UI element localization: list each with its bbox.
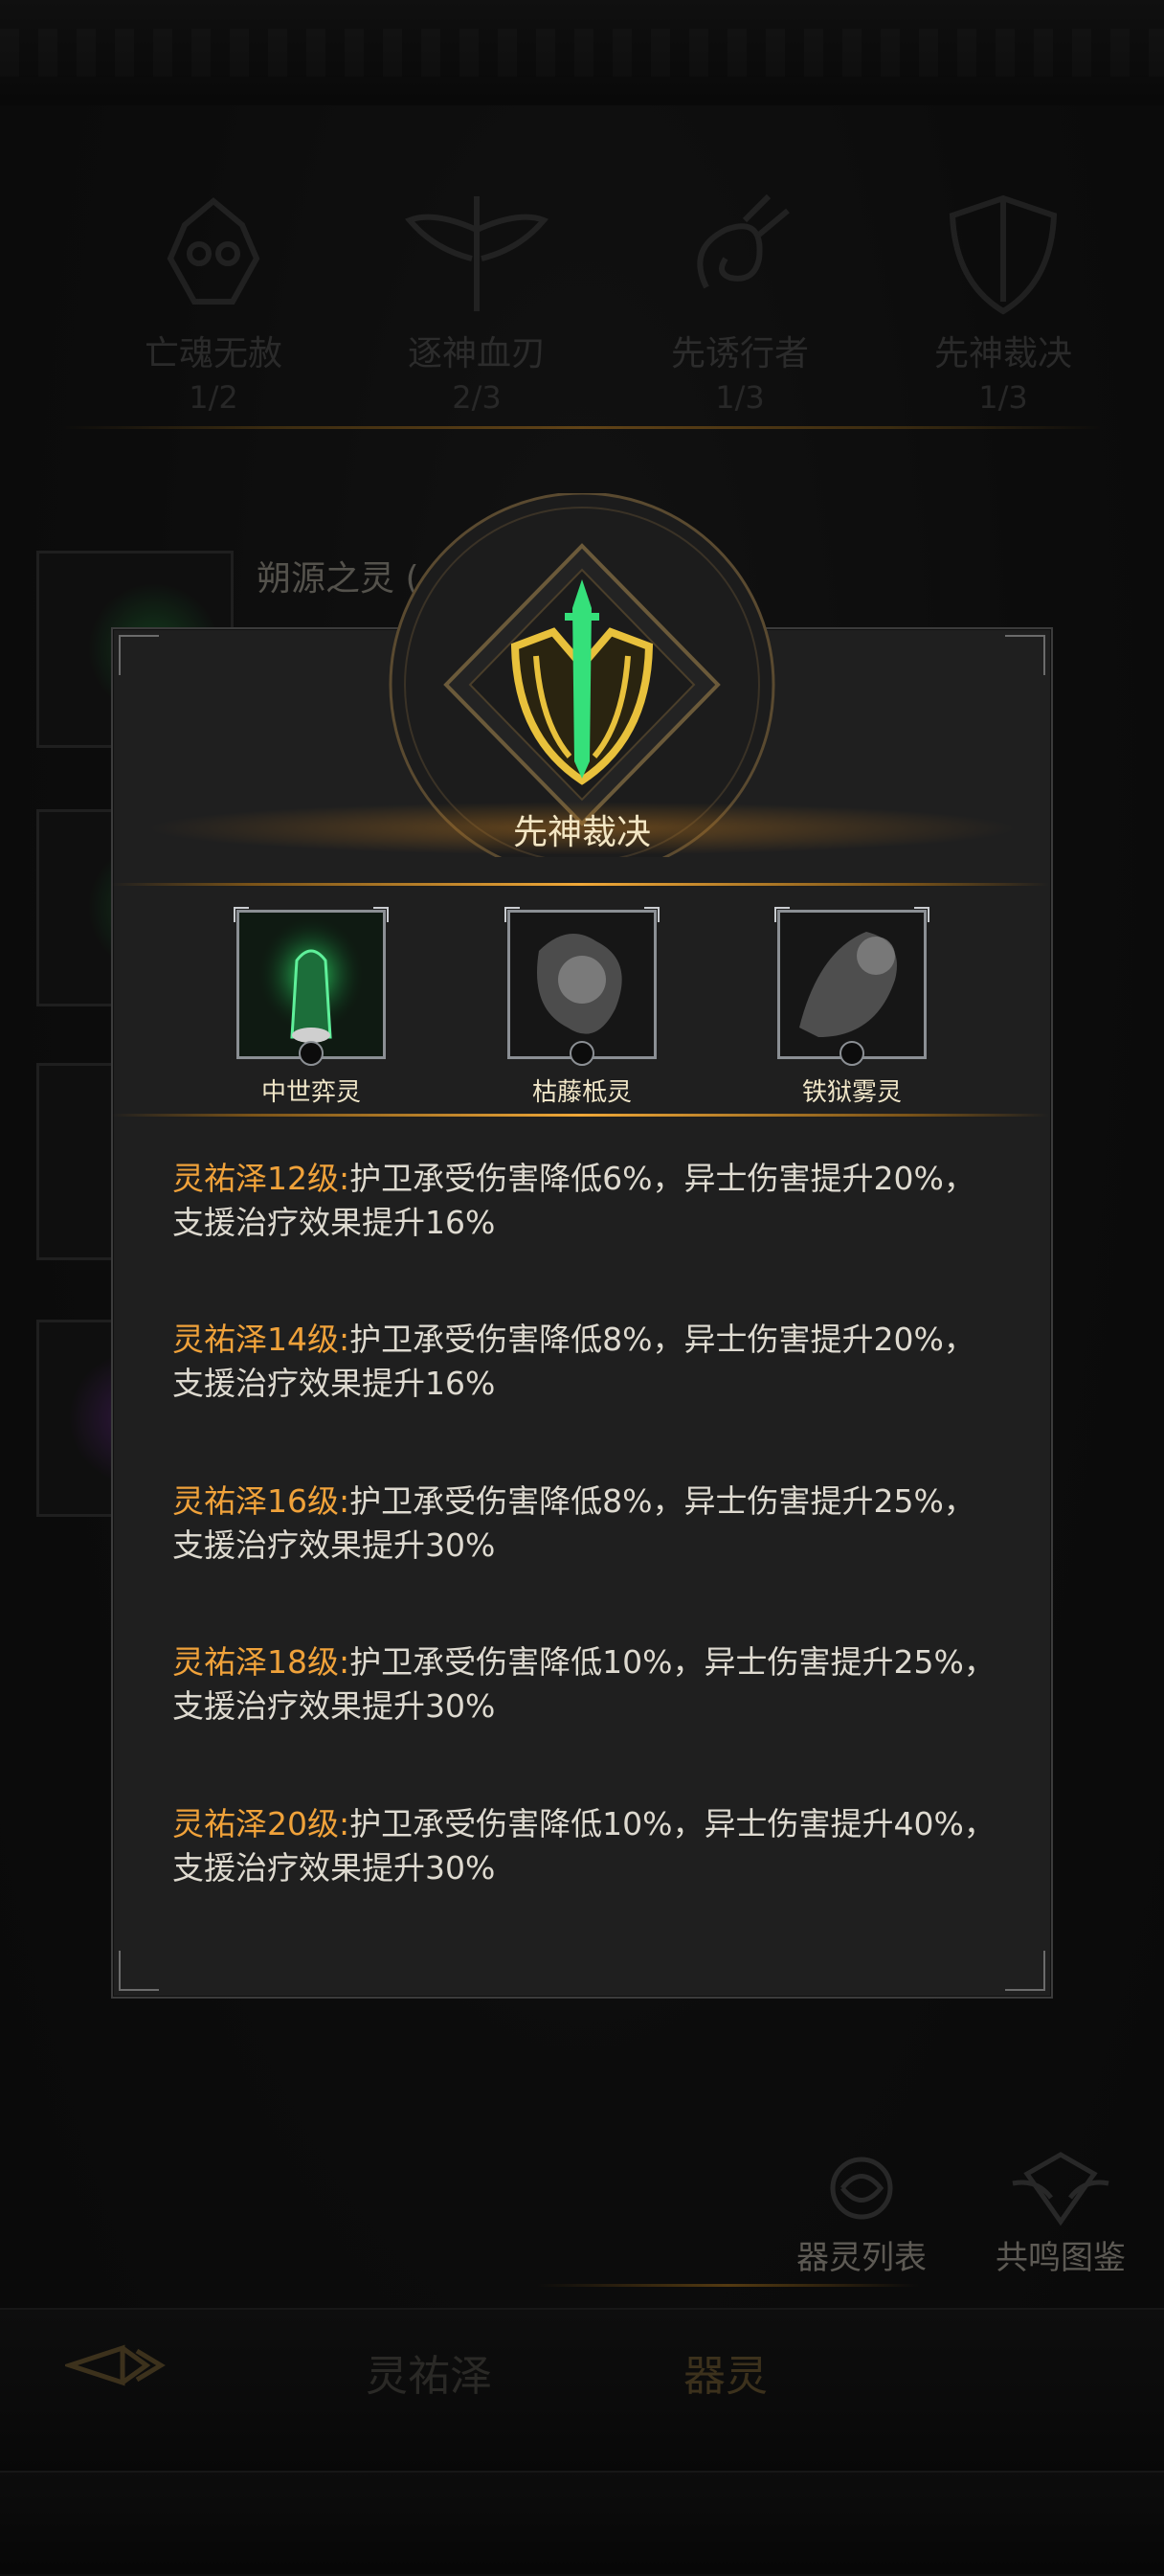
spirit-name: 铁狱雾灵 <box>801 1078 902 1107</box>
bonus-tier: 灵祐泽12级:护卫承受伤害降低6%，异士伤害提升20%，支援治疗效果提升16% <box>172 1157 996 1245</box>
bonus-tier: 灵祐泽18级:护卫承受伤害降低10%，异士伤害提升25%，支援治疗效果提升30% <box>172 1640 996 1729</box>
spirit-name: 中世弈灵 <box>260 1078 361 1107</box>
spirit-socket <box>570 1041 594 1066</box>
spirit-socket <box>839 1041 864 1066</box>
spirit-item[interactable]: 铁狱雾灵 <box>766 907 938 1108</box>
frame-corner <box>1005 1951 1045 1991</box>
bonus-level: 灵祐泽16级: <box>172 1482 350 1520</box>
bonus-level: 灵祐泽20级: <box>172 1805 350 1842</box>
frame-corner <box>119 1951 159 1991</box>
spirit-portrait <box>774 907 929 1066</box>
bonus-tier: 灵祐泽20级:护卫承受伤害降低10%，异士伤害提升40%，支援治疗效果提升30% <box>172 1802 996 1890</box>
spirit-name: 枯藤柢灵 <box>531 1078 632 1107</box>
modal-title: 先神裁决 <box>512 813 651 852</box>
bonus-level: 灵祐泽12级: <box>172 1160 350 1197</box>
spirit-item[interactable]: 中世弈灵 <box>225 907 397 1108</box>
spirit-portrait <box>504 907 660 1066</box>
bonus-level: 灵祐泽14级: <box>172 1321 350 1358</box>
bonus-tier: 灵祐泽16级:护卫承受伤害降低8%，异士伤害提升25%，支援治疗效果提升30% <box>172 1480 996 1568</box>
frame-corner <box>1005 635 1045 675</box>
bonus-tier: 灵祐泽14级:护卫承受伤害降低8%，异士伤害提升20%，支援治疗效果提升16% <box>172 1318 996 1406</box>
spirit-socket <box>299 1041 324 1066</box>
spirit-divider <box>111 1114 1049 1117</box>
title-divider <box>111 883 1049 886</box>
bonus-level: 灵祐泽18级: <box>172 1643 350 1681</box>
frame-corner <box>119 635 159 675</box>
spirit-portrait <box>234 907 389 1066</box>
spirit-item[interactable]: 枯藤柢灵 <box>496 907 668 1108</box>
